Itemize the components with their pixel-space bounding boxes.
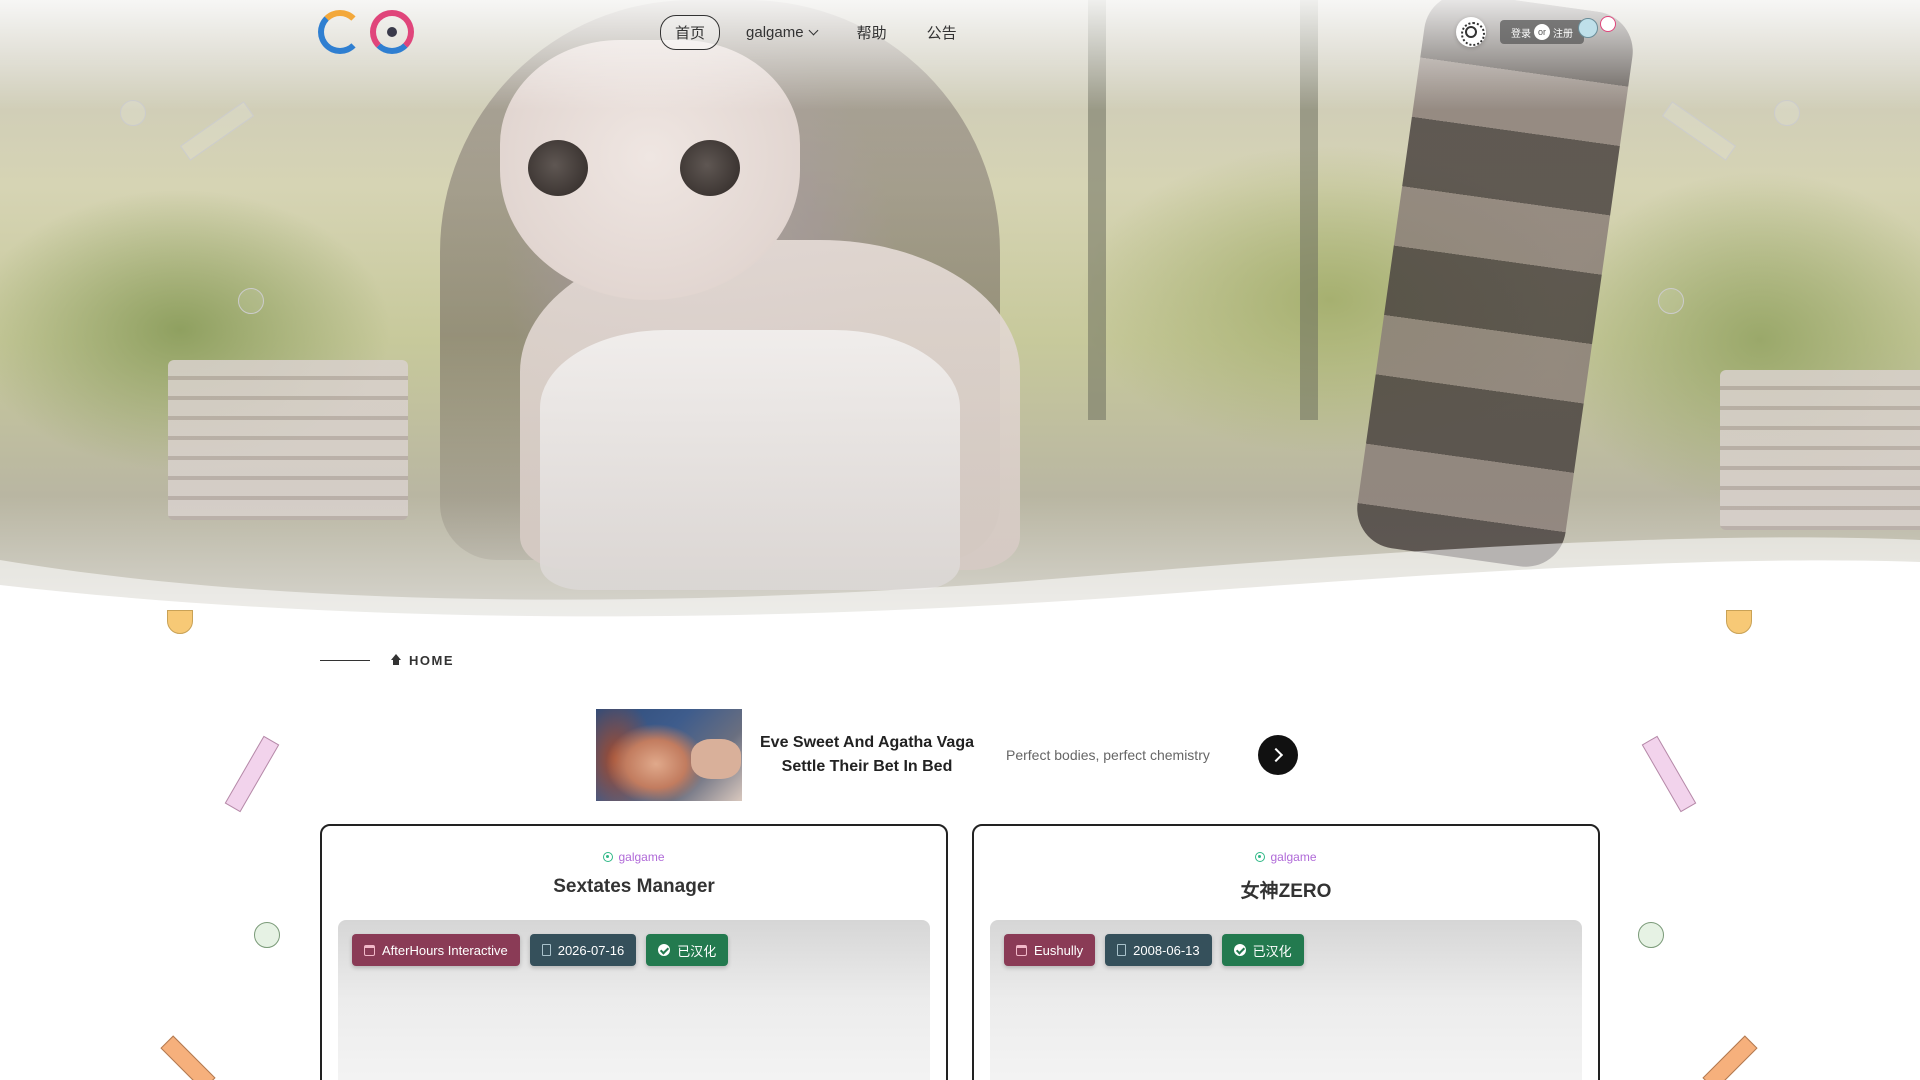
breadcrumb: HOME	[320, 652, 454, 668]
breadcrumb-line	[320, 659, 370, 661]
publisher-tag[interactable]: AfterHours Interactive	[352, 934, 520, 966]
decor-circle	[120, 100, 146, 126]
register-link[interactable]: 注册	[1553, 25, 1573, 40]
logo-g-mark	[318, 10, 362, 54]
nav-item-galgame[interactable]: galgame	[732, 18, 831, 47]
hero-banner	[0, 0, 1920, 620]
date-tag[interactable]: 2026-07-16	[529, 934, 637, 966]
card-title[interactable]: Sextates Manager	[322, 876, 946, 898]
card-tags: Eushully 2008-06-13 已汉化	[1004, 934, 1304, 966]
status-label: 已汉化	[677, 943, 717, 959]
nav-item-announcements[interactable]: 公告	[913, 16, 971, 49]
card-cover[interactable]: Eushully 2008-06-13 已汉化	[990, 920, 1582, 1080]
ad-open-button[interactable]	[1258, 735, 1298, 775]
decor-circle	[238, 288, 264, 314]
logo-o-mark	[370, 10, 414, 54]
nav-item-label: 帮助	[856, 24, 887, 42]
site-header: 首页 galgame 帮助 公告 登录 or 注册	[0, 0, 1920, 64]
status-tag[interactable]: 已汉化	[1221, 934, 1304, 966]
nav-item-help[interactable]: 帮助	[843, 16, 901, 49]
site-logo[interactable]	[318, 8, 414, 56]
publisher-label: AfterHours Interactive	[382, 942, 508, 958]
date-tag[interactable]: 2008-06-13	[1105, 934, 1212, 966]
mascot-icon[interactable]	[1578, 14, 1620, 42]
date-label: 2026-07-16	[557, 942, 625, 958]
decor-bar	[1641, 735, 1697, 813]
auth-or: or	[1534, 24, 1550, 40]
decor-bar	[1702, 1035, 1758, 1080]
mascot-face-icon	[1578, 18, 1598, 38]
calendar-icon	[1016, 944, 1027, 956]
home-icon	[390, 654, 402, 666]
nav-item-home[interactable]: 首页	[660, 14, 721, 50]
publisher-label: Eushully	[1034, 942, 1084, 958]
auth-button[interactable]: 登录 or 注册	[1500, 20, 1584, 44]
mascot-badge-icon	[1600, 16, 1616, 32]
chevron-down-icon	[808, 25, 819, 35]
card-category-label: galgame	[618, 850, 665, 864]
login-link[interactable]: 登录	[1511, 25, 1531, 40]
check-circle-icon	[658, 944, 671, 956]
main-nav: 首页 galgame 帮助 公告	[660, 14, 971, 50]
decor-halfcircle	[1726, 610, 1752, 634]
decor-circle	[254, 922, 280, 948]
game-card[interactable]: galgame 女神ZERO Eushully 2008-06-13 已汉化	[972, 824, 1600, 1080]
card-category[interactable]: galgame	[974, 850, 1598, 864]
hero-eye	[680, 140, 740, 196]
breadcrumb-home-link[interactable]: HOME	[409, 653, 454, 668]
decor-bar	[224, 735, 280, 813]
decor-circle	[1658, 288, 1684, 314]
nav-item-label: 首页	[675, 24, 706, 42]
card-title[interactable]: 女神ZERO	[974, 876, 1598, 903]
book-stack	[168, 360, 408, 520]
date-label: 2008-06-13	[1133, 942, 1200, 958]
theme-toggle-button[interactable]	[1456, 17, 1486, 47]
ad-banner[interactable]: Eve Sweet And Agatha Vaga Settle Their B…	[596, 709, 1306, 801]
nav-item-label: galgame	[746, 23, 804, 41]
decor-bar	[160, 1035, 216, 1080]
card-tags: AfterHours Interactive 2026-07-16 已汉化	[352, 934, 729, 966]
card-cover[interactable]: AfterHours Interactive 2026-07-16 已汉化	[338, 920, 930, 1080]
ad-thumbnail-detail	[691, 739, 741, 779]
chevron-right-icon	[1268, 747, 1284, 763]
category-icon	[1255, 852, 1266, 862]
game-card[interactable]: galgame Sextates Manager AfterHours Inte…	[320, 824, 948, 1080]
status-tag[interactable]: 已汉化	[646, 934, 729, 966]
card-category-label: galgame	[1270, 850, 1317, 864]
status-label: 已汉化	[1252, 943, 1292, 959]
decor-circle	[1774, 100, 1800, 126]
publisher-tag[interactable]: Eushully	[1004, 934, 1096, 966]
card-category[interactable]: galgame	[322, 850, 946, 864]
check-circle-icon	[1233, 944, 1246, 956]
ad-thumbnail[interactable]	[596, 709, 742, 801]
ad-subtitle: Perfect bodies, perfect chemistry	[1006, 747, 1210, 763]
category-icon	[603, 852, 614, 862]
decor-circle	[1638, 922, 1664, 948]
sun-icon	[1461, 22, 1485, 46]
ad-title[interactable]: Eve Sweet And Agatha Vaga Settle Their B…	[742, 731, 992, 779]
calendar-icon	[364, 944, 375, 956]
decor-halfcircle	[167, 610, 193, 634]
hero-eye	[528, 140, 588, 196]
book-icon	[1117, 944, 1127, 956]
nav-item-label: 公告	[926, 24, 957, 42]
book-icon	[541, 944, 551, 956]
hero-wave	[0, 537, 1920, 620]
